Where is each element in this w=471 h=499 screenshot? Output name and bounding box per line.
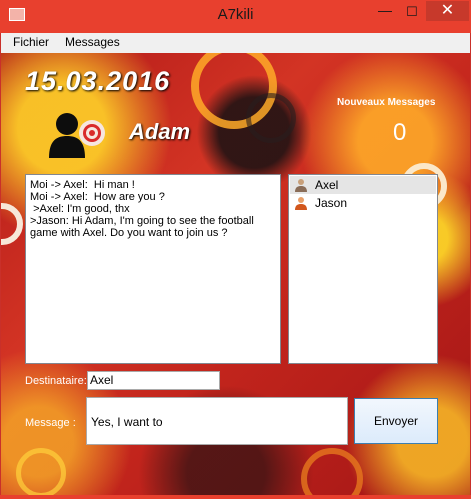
contact-list[interactable]: Axel Jason [288,174,438,364]
status-target-icon [79,120,105,146]
chat-line: >Jason: Hi Adam, I'm going to see the fo… [30,215,257,239]
recipient-field[interactable]: Axel [87,371,220,390]
maximize-button[interactable]: ☐ [399,3,425,21]
decorative-ring [1,203,23,245]
decorative-ring [16,448,66,495]
current-date: 15.03.2016 [25,66,171,96]
new-messages-label: Nouveaux Messages [337,97,436,108]
menu-messages[interactable]: Messages [65,35,120,49]
chat-line: >Axel: I'm good, thx [30,203,130,215]
username: Adam [129,119,191,144]
chat-line: Moi -> Axel: How are you ? [30,191,165,203]
new-messages-count: 0 [393,119,407,146]
chat-line: Moi -> Axel: Hi man ! [30,179,135,191]
message-input[interactable]: Yes, I want to [86,397,348,445]
user-icon [295,179,307,192]
decorative-ring [246,93,296,143]
send-button[interactable]: Envoyer [354,398,438,444]
window-bottom-border [0,495,471,499]
contact-name: Axel [315,178,339,192]
minimize-button[interactable]: — [372,3,398,21]
contact-item[interactable]: Jason [290,194,436,212]
user-icon [295,197,307,210]
menu-bar: Fichier Messages [1,33,470,53]
close-button[interactable]: ✕ [426,1,469,21]
title-bar[interactable]: A7kili — ☐ ✕ [0,0,471,33]
app-window: A7kili — ☐ ✕ Fichier Messages 15.03.2016… [0,0,471,499]
chat-history[interactable]: Moi -> Axel: Hi man ! Moi -> Axel: How a… [25,174,281,364]
menu-fichier[interactable]: Fichier [13,35,49,49]
message-label: Message : [25,417,76,429]
contact-name: Jason [315,196,348,210]
main-panel: 15.03.2016 Adam Nouveaux Messages 0 Moi … [1,53,470,495]
contact-item[interactable]: Axel [290,176,436,194]
recipient-label: Destinataire: [25,375,87,387]
decorative-ring [301,448,363,495]
